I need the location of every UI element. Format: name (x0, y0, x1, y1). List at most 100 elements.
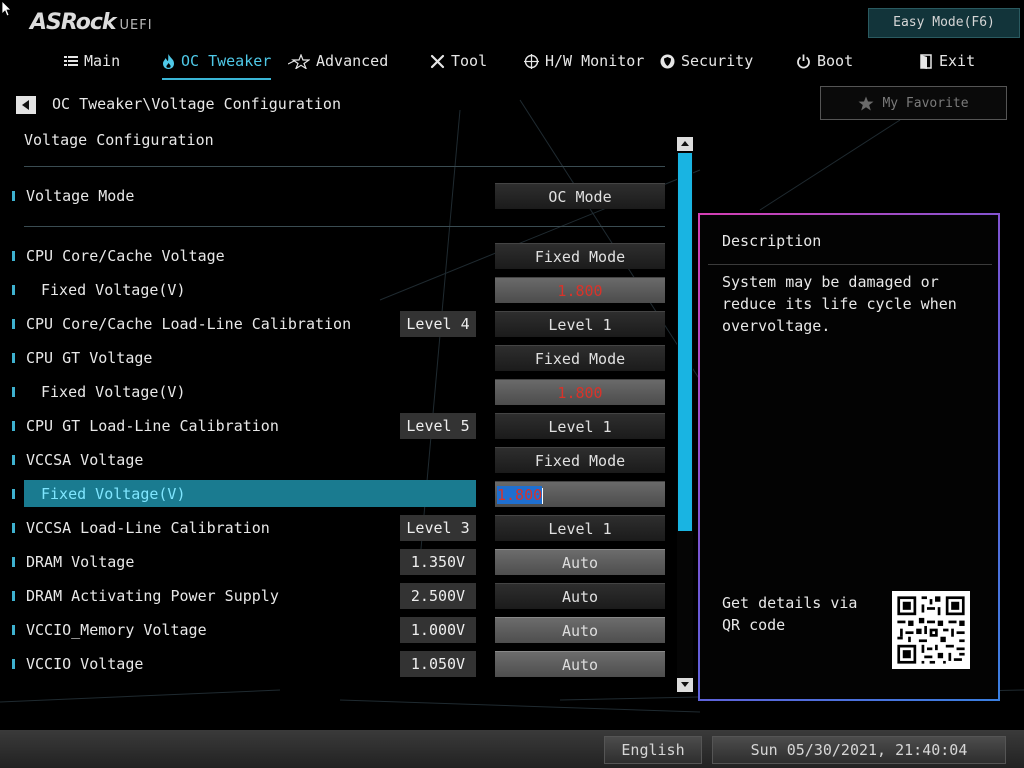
datetime-display: Sun 05/30/2021, 21:40:04 (712, 736, 1006, 764)
setting-label: VCCIO_Memory Voltage (26, 621, 207, 639)
list-icon (64, 56, 78, 66)
setting-row-voltage-mode[interactable]: Voltage Mode OC Mode (0, 181, 672, 211)
setting-row-cpu-gt-fixed-voltage[interactable]: Fixed Voltage(V) 1.800 (0, 377, 672, 407)
setting-value-button[interactable]: Level 1 (495, 515, 665, 541)
setting-value-button[interactable]: Auto (495, 583, 665, 609)
tab-main-label: Main (84, 52, 121, 70)
description-title: Description (722, 232, 822, 250)
setting-value-button[interactable]: Auto (495, 549, 665, 575)
tab-hw-monitor-label: H/W Monitor (545, 52, 645, 70)
tab-hw-monitor[interactable]: H/W Monitor (524, 48, 644, 74)
row-bullet (12, 191, 15, 201)
setting-value-button[interactable]: Auto (495, 651, 665, 677)
setting-row-cpu-core-cache-voltage[interactable]: CPU Core/Cache Voltage Fixed Mode (0, 241, 672, 271)
setting-row-dram-activating-power[interactable]: DRAM Activating Power Supply 2.500V Auto (0, 581, 672, 611)
star-icon (858, 96, 874, 110)
section-divider (24, 166, 665, 167)
setting-label: VCCSA Load-Line Calibration (26, 519, 270, 537)
setting-row-cpu-core-llc[interactable]: CPU Core/Cache Load-Line Calibration Lev… (0, 309, 672, 339)
row-bullet (12, 659, 15, 669)
current-value: Level 3 (400, 515, 476, 541)
setting-value-button[interactable]: Fixed Mode (495, 345, 665, 371)
setting-label: Voltage Mode (26, 187, 135, 205)
setting-value-button[interactable]: Fixed Mode (495, 447, 665, 473)
easy-mode-button[interactable]: Easy Mode(F6) (868, 8, 1020, 38)
row-bullet (12, 421, 15, 431)
row-bullet (12, 523, 15, 533)
tab-security-label: Security (681, 52, 754, 70)
row-bullet (12, 319, 15, 329)
row-bullet (12, 455, 15, 465)
setting-row-cpu-gt-voltage[interactable]: CPU GT Voltage Fixed Mode (0, 343, 672, 373)
setting-value-button[interactable]: OC Mode (495, 183, 665, 209)
section-title: Voltage Configuration (24, 131, 214, 149)
setting-row-dram-voltage[interactable]: DRAM Voltage 1.350V Auto (0, 547, 672, 577)
scroll-up-button[interactable] (677, 137, 693, 151)
setting-value-button[interactable]: Level 1 (495, 311, 665, 337)
power-icon (797, 54, 810, 68)
row-bullet (12, 251, 15, 261)
my-favorite-button[interactable]: My Favorite (820, 86, 1007, 120)
setting-row-vccsa-llc[interactable]: VCCSA Load-Line Calibration Level 3 Leve… (0, 513, 672, 543)
setting-row-vccio-memory-voltage[interactable]: VCCIO_Memory Voltage 1.000V Auto (0, 615, 672, 645)
back-button[interactable] (16, 96, 36, 114)
setting-row-vccio-voltage[interactable]: VCCIO Voltage 1.050V Auto (0, 649, 672, 679)
text-caret (542, 487, 544, 504)
setting-row-vccsa-fixed-voltage-selected[interactable]: Fixed Voltage(V) 1.800 (0, 479, 672, 509)
current-value: Level 4 (400, 311, 476, 337)
asrock-logo: ASRock UEFI (30, 10, 153, 35)
setting-row-cpu-gt-llc[interactable]: CPU GT Load-Line Calibration Level 5 Lev… (0, 411, 672, 441)
row-bullet (12, 591, 15, 601)
current-value: 1.000V (400, 617, 476, 643)
row-bullet (12, 387, 15, 397)
tab-advanced-label: Advanced (316, 52, 389, 70)
tab-advanced[interactable]: Advanced (288, 48, 388, 74)
current-value: 1.050V (400, 651, 476, 677)
setting-label: Fixed Voltage(V) (41, 485, 186, 503)
language-button[interactable]: English (604, 736, 702, 764)
voltage-input[interactable]: 1.800 (495, 277, 665, 303)
voltage-input-editing[interactable]: 1.800 (495, 481, 665, 507)
current-value: Level 5 (400, 413, 476, 439)
main-tab-bar: Main OC Tweaker Advanced Tool H/W Monito… (0, 48, 1024, 80)
setting-label: DRAM Voltage (26, 553, 135, 571)
current-value: 2.500V (400, 583, 476, 609)
tab-tool[interactable]: Tool (430, 48, 487, 74)
setting-label: CPU Core/Cache Load-Line Calibration (26, 315, 352, 333)
row-bullet (12, 489, 15, 499)
brand-name: ASRock (30, 10, 117, 35)
setting-row-cpu-core-fixed-voltage[interactable]: Fixed Voltage(V) 1.800 (0, 275, 672, 305)
tab-boot[interactable]: Boot (796, 48, 853, 74)
setting-label: CPU GT Voltage (26, 349, 153, 367)
exit-door-icon (920, 53, 932, 69)
tab-oc-tweaker[interactable]: OC Tweaker (162, 48, 272, 80)
tab-exit[interactable]: Exit (920, 48, 975, 74)
setting-value-button[interactable]: Auto (495, 617, 665, 643)
setting-label: CPU GT Load-Line Calibration (26, 417, 279, 435)
selected-input-text: 1.800 (497, 486, 543, 504)
section-divider (24, 226, 665, 227)
tab-main[interactable]: Main (64, 48, 120, 74)
setting-value-button[interactable]: Fixed Mode (495, 243, 665, 269)
description-text: System may be damaged or reduce its life… (722, 273, 957, 335)
tab-boot-label: Boot (817, 52, 854, 70)
description-divider (708, 264, 992, 265)
qr-caption: Get details via QR code (722, 594, 858, 634)
scrollbar-thumb[interactable] (678, 153, 692, 531)
voltage-input[interactable]: 1.800 (495, 379, 665, 405)
setting-value-button[interactable]: Level 1 (495, 413, 665, 439)
tab-oc-tweaker-label: OC Tweaker (181, 52, 272, 70)
setting-label: CPU Core/Cache Voltage (26, 247, 225, 265)
setting-label: DRAM Activating Power Supply (26, 587, 279, 605)
shield-icon (660, 54, 675, 68)
current-value: 1.350V (400, 549, 476, 575)
tab-security[interactable]: Security (660, 48, 753, 74)
mouse-cursor-icon (2, 1, 12, 17)
scroll-down-button[interactable] (677, 678, 693, 692)
setting-row-vccsa-voltage[interactable]: VCCSA Voltage Fixed Mode (0, 445, 672, 475)
setting-label: VCCIO Voltage (26, 655, 144, 673)
row-bullet (12, 557, 15, 567)
flame-icon (163, 53, 174, 69)
tab-tool-label: Tool (451, 52, 488, 70)
breadcrumb: OC Tweaker\Voltage Configuration (52, 95, 341, 113)
